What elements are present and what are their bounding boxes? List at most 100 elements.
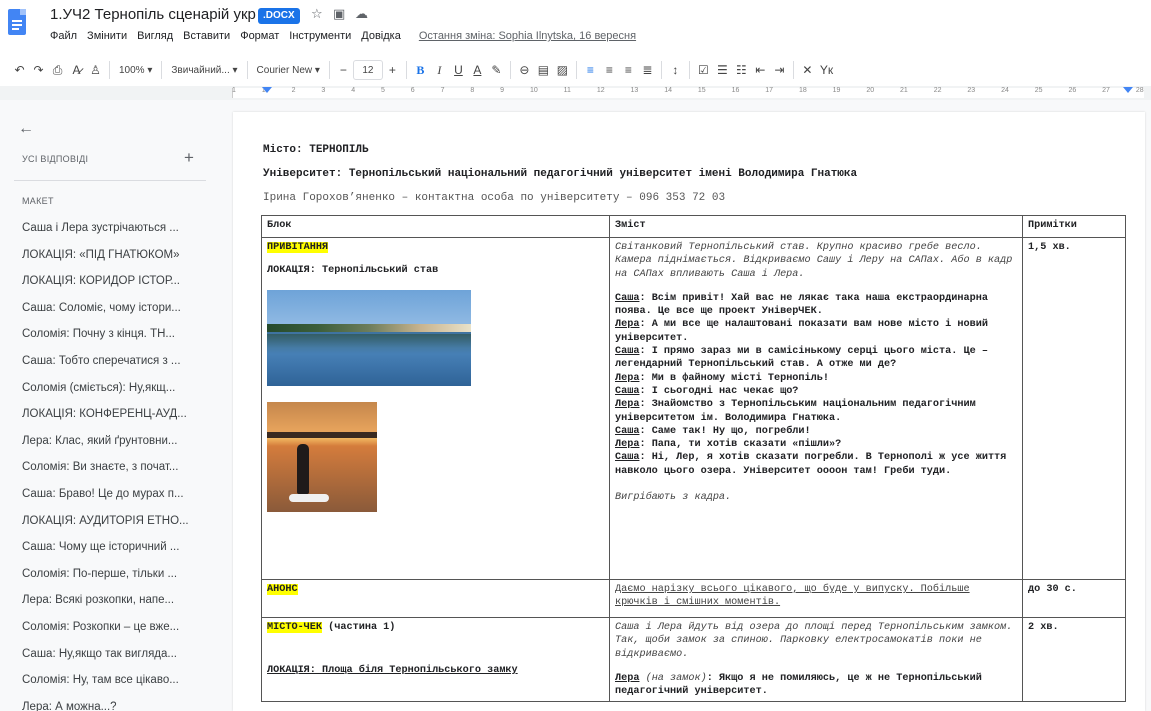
outline-item[interactable]: Лера: Всякі розкопки, напе... <box>22 593 202 620</box>
font-size-increase-button[interactable]: + <box>383 58 402 82</box>
speaker-name: Саша <box>615 425 640 437</box>
outline-item[interactable]: Соломія: Почну з кінця. ТН... <box>22 327 202 354</box>
outline-item[interactable]: Соломія: Ви знаєте, з почат... <box>22 460 202 487</box>
image-icon[interactable]: ▨ <box>553 58 572 82</box>
ruler-number: 22 <box>933 87 942 94</box>
outline-item[interactable]: Саша: Соломіє, чому істори... <box>22 301 202 328</box>
outline-item[interactable]: ЛОКАЦІЯ: «ПІД ГНАТЮКОМ» <box>22 248 202 275</box>
row2-block-cell[interactable]: АНОНС <box>261 579 610 618</box>
outline-item[interactable]: ЛОКАЦІЯ: КОРИДОР ІСТОР... <box>22 274 202 301</box>
menu-file[interactable]: Файл <box>50 30 77 42</box>
ruler-number: 18 <box>798 87 807 94</box>
ruler-number: 27 <box>1102 87 1110 94</box>
row2-content-cell[interactable]: Даємо нарізку всього цікавого, що буде у… <box>609 579 1023 618</box>
font-size-input[interactable]: 12 <box>352 60 383 80</box>
city-label: Місто: <box>263 144 310 156</box>
align-right-icon[interactable]: ≡ <box>619 58 638 82</box>
ternopil-pond-image[interactable] <box>267 289 471 386</box>
ruler-number: 4 <box>351 87 356 94</box>
menu-edit[interactable]: Змінити <box>87 30 127 42</box>
line-spacing-icon[interactable]: ↕ <box>666 58 685 82</box>
menu-format[interactable]: Формат <box>240 30 279 42</box>
dialogue-line: Лера: Знайомство з Тернопільським націон… <box>615 398 1017 425</box>
paint-format-icon[interactable]: ♙ <box>86 58 105 82</box>
menu-view[interactable]: Вигляд <box>137 30 173 42</box>
outline-item[interactable]: Соломія: Ну, там все цікаво... <box>22 673 202 700</box>
outline-item[interactable]: Саша: Ну,якщо так виглядa... <box>22 647 202 674</box>
spellcheck-icon[interactable]: A̷ <box>67 58 86 82</box>
highlight-icon[interactable]: ✎ <box>487 58 506 82</box>
bulleted-list-icon[interactable]: ☰ <box>713 58 732 82</box>
row3-note[interactable]: 2 хв. <box>1022 616 1126 703</box>
row1-intro: Світанковий Тернопільський став. Крупно … <box>615 242 1013 280</box>
speaker-name: Саша <box>615 292 640 304</box>
menu-tools[interactable]: Інструменти <box>289 30 351 42</box>
back-arrow-icon[interactable]: ← <box>18 120 34 138</box>
align-left-icon[interactable]: ≡ <box>581 58 600 82</box>
font-select[interactable]: Courier New ▾ <box>252 58 325 82</box>
numbered-list-icon[interactable]: ☷ <box>732 58 751 82</box>
row1-block-cell[interactable]: ПРИВІТАННЯ ЛОКАЦІЯ: Тернопільський став <box>261 237 610 580</box>
document-title[interactable]: 1.УЧ2 Тернопіль сценарій укр <box>50 6 256 23</box>
font-size-decrease-button[interactable]: − <box>334 58 353 82</box>
star-icon[interactable]: ☆ <box>311 6 323 22</box>
row3-content-cell[interactable]: Саша і Лера йдуть від озера до площі пер… <box>609 616 1023 703</box>
last-edit-link[interactable]: Остання зміна: Sophia Ilnytska, 16 верес… <box>419 30 636 42</box>
outline-item[interactable]: Соломія (сміється): Ну,якщ... <box>22 381 202 408</box>
clear-formatting-icon[interactable]: ✕ <box>798 58 817 82</box>
outline-item[interactable]: Лера: А можна...? <box>22 700 202 711</box>
comment-icon[interactable]: ▤ <box>534 58 553 82</box>
align-center-icon[interactable]: ≡ <box>600 58 619 82</box>
menu-bar: Файл Змінити Вигляд Вставити Формат Інст… <box>50 30 636 42</box>
increase-indent-icon[interactable]: ⇥ <box>770 58 789 82</box>
outline-sidebar: ← УСІ ВІДПОВІДІ + МАКЕТ Саша і Лера зуст… <box>0 100 210 711</box>
redo-icon[interactable]: ↷ <box>29 58 48 82</box>
dialogue-text: : Папа, ти хотів сказати «пішли»? <box>639 439 842 451</box>
toolbar-separator <box>509 61 511 79</box>
outline-item[interactable]: ЛОКАЦІЯ: КОНФЕРЕНЦ-АУД... <box>22 407 202 434</box>
header-notes: Примітки <box>1022 215 1126 238</box>
left-indent-marker-icon[interactable] <box>262 87 272 93</box>
text-color-button[interactable]: A <box>468 58 487 82</box>
print-icon[interactable]: ⎙ <box>48 58 67 82</box>
water-reflection-shape <box>267 333 471 354</box>
right-indent-marker-icon[interactable] <box>1123 87 1133 93</box>
add-summary-icon[interactable]: + <box>184 148 194 168</box>
document-page[interactable]: Місто: ТЕРНОПІЛЬ Університет: Тернопільс… <box>233 112 1145 711</box>
folder-icon[interactable]: ▣ <box>333 6 345 22</box>
outline-item[interactable]: Саша і Лера зустрічаються ... <box>22 221 202 248</box>
link-icon[interactable]: ⊖ <box>515 58 534 82</box>
style-select[interactable]: Звичайний... ▾ <box>166 58 242 82</box>
menu-insert[interactable]: Вставити <box>183 30 230 42</box>
menu-help[interactable]: Довідка <box>361 30 401 42</box>
row1-content-cell[interactable]: Світанковий Тернопільський став. Крупно … <box>609 237 1023 580</box>
row2-note[interactable]: до 30 с. <box>1022 579 1126 618</box>
italic-button[interactable]: I <box>430 58 449 82</box>
input-tools-button[interactable]: Yк <box>817 58 836 82</box>
outline-item[interactable]: Саша: Чому ще історичний ... <box>22 540 202 567</box>
row1-note[interactable]: 1,5 хв. <box>1022 237 1126 580</box>
outline-item[interactable]: Саша: Тобто сперечатися з ... <box>22 354 202 381</box>
toolbar-separator <box>246 61 248 79</box>
row3-aside: (на замок) <box>639 672 707 684</box>
align-justify-icon[interactable]: ≣ <box>638 58 657 82</box>
outline-item[interactable]: Соломія: По-перше, тільки ... <box>22 567 202 594</box>
undo-icon[interactable]: ↶ <box>10 58 29 82</box>
decrease-indent-icon[interactable]: ⇤ <box>751 58 770 82</box>
bold-button[interactable]: B <box>411 58 430 82</box>
paddleboard-sunset-image[interactable] <box>267 401 377 512</box>
zoom-select[interactable]: 100% ▾ <box>114 58 157 82</box>
row3-block-cell[interactable]: МІСТО-ЧЕК (частина 1) ЛОКАЦІЯ: Площа біл… <box>261 616 610 703</box>
docs-logo-icon[interactable] <box>8 9 26 35</box>
underline-button[interactable]: U <box>449 58 468 82</box>
dialogue-text: : І сьогодні нас чекає що? <box>639 385 799 397</box>
outline-item[interactable]: Лера: Клас, який ґрунтовни... <box>22 434 202 461</box>
ruler[interactable]: 1 1 2 3 4 5 6 7 8 9 10 11 12 13 14 15 16 17 18 19 20 21 22 23 24… <box>0 86 1151 100</box>
outline-item[interactable]: ЛОКАЦІЯ: АУДИТОРІЯ ЕТНО... <box>22 514 202 541</box>
checklist-icon[interactable]: ☑ <box>694 58 713 82</box>
ruler-number: 14 <box>664 87 672 94</box>
outline-item[interactable]: Саша: Браво! Це до мурах п... <box>22 487 202 514</box>
ruler-number: 10 <box>529 87 538 94</box>
outline-item[interactable]: Соломія: Розкопки – це вже... <box>22 620 202 647</box>
cloud-icon[interactable]: ☁ <box>355 6 368 22</box>
